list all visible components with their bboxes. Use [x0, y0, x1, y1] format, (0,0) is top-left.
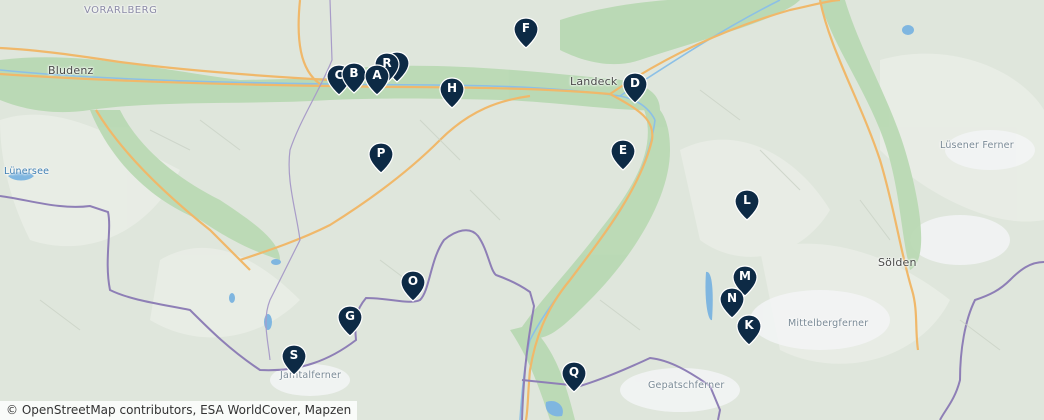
place-label-lunersee: Lünersee — [4, 166, 50, 177]
map-marker-o[interactable]: O — [400, 270, 426, 302]
map-marker-h-label: H — [446, 81, 458, 95]
map-marker-e[interactable]: E — [610, 139, 636, 171]
map-marker-n-label: N — [726, 291, 738, 305]
map-marker-e-label: E — [618, 143, 628, 157]
map-marker-k-label: K — [744, 318, 754, 332]
map-marker-d[interactable]: D — [622, 72, 648, 104]
map-marker-d-label: D — [630, 76, 640, 90]
place-label-lusener-ferner: Lüsener Ferner — [940, 140, 1014, 151]
map-marker-g-label: G — [345, 309, 355, 323]
place-label-mittelbergferner: Mittelbergferner — [788, 318, 869, 329]
place-label-bludenz: Bludenz — [48, 64, 94, 77]
place-label-gepatschferner: Gepatschferner — [648, 380, 725, 391]
map-marker-a-label: A — [372, 68, 382, 82]
map-marker-o-label: O — [407, 274, 419, 288]
map-marker-l[interactable]: L — [734, 189, 760, 221]
map-marker-m-label: M — [739, 269, 751, 283]
map-marker-h[interactable]: H — [439, 77, 465, 109]
map-canvas[interactable]: VORARLBERG Bludenz Landeck Lünersee Lüse… — [0, 0, 1044, 420]
map-basemap — [0, 0, 1044, 420]
map-marker-l-label: L — [743, 193, 751, 207]
place-label-vorarlberg: VORARLBERG — [84, 5, 158, 16]
map-marker-p-label: P — [376, 146, 386, 160]
map-marker-a[interactable]: A — [364, 64, 390, 96]
map-attribution: © OpenStreetMap contributors, ESA WorldC… — [0, 401, 358, 420]
map-marker-f[interactable]: F — [513, 17, 539, 49]
map-marker-f-label: F — [521, 21, 531, 35]
map-marker-q[interactable]: Q — [561, 361, 587, 393]
map-marker-k[interactable]: K — [736, 314, 762, 346]
place-label-landeck: Landeck — [570, 75, 618, 88]
map-marker-q-label: Q — [568, 365, 580, 379]
map-marker-p[interactable]: P — [368, 142, 394, 174]
map-marker-s[interactable]: S — [281, 344, 307, 376]
map-marker-s-label: S — [289, 348, 299, 362]
place-label-solden: Sölden — [878, 256, 917, 269]
map-marker-g[interactable]: G — [337, 305, 363, 337]
